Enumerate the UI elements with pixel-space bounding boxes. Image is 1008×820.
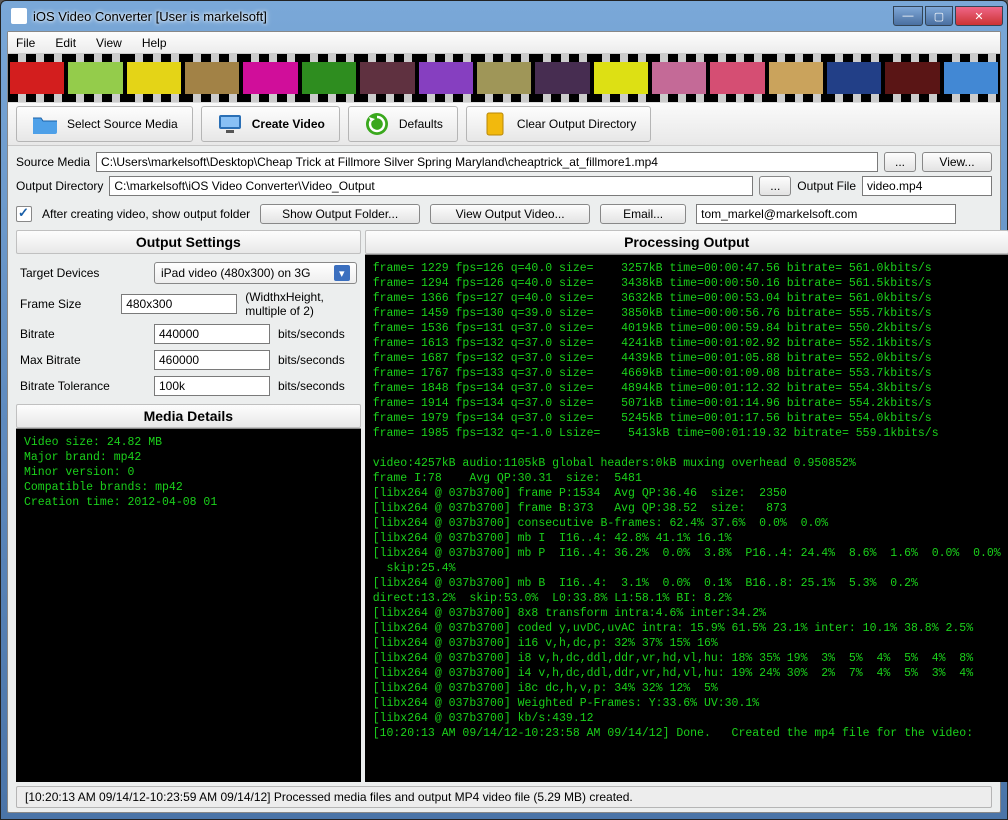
mid-panels: Output Settings Target Devices iPad vide… [8, 230, 1000, 786]
create-video-label: Create Video [252, 117, 325, 131]
max-bitrate-input[interactable] [154, 350, 270, 370]
email-button[interactable]: Email... [600, 204, 686, 224]
app-icon [11, 8, 27, 24]
main-toolbar: Select Source Media Create Video Default… [8, 102, 1000, 146]
output-settings-panel: Target Devices iPad video (480x300) on 3… [16, 256, 361, 398]
output-dir-label: Output Directory [16, 179, 103, 193]
close-button[interactable]: ✕ [955, 6, 1003, 26]
bitrate-tol-input[interactable] [154, 376, 270, 396]
app-window: iOS Video Converter [User is markelsoft]… [0, 0, 1008, 820]
folder-icon [31, 110, 59, 138]
folder-yellow-icon [481, 110, 509, 138]
minimize-button[interactable]: — [893, 6, 923, 26]
defaults-label: Defaults [399, 117, 443, 131]
target-devices-label: Target Devices [20, 266, 146, 280]
status-text: [10:20:13 AM 09/14/12-10:23:59 AM 09/14/… [25, 790, 633, 804]
source-media-input[interactable] [96, 152, 878, 172]
output-dir-browse-button[interactable]: ... [759, 176, 791, 196]
show-folder-label: After creating video, show output folder [42, 207, 250, 221]
client-area: File Edit View Help Select Source Media … [7, 31, 1001, 813]
left-column: Output Settings Target Devices iPad vide… [16, 230, 361, 782]
clear-output-button[interactable]: Clear Output Directory [466, 106, 651, 142]
frame-size-input[interactable] [121, 294, 237, 314]
media-details-panel: Media Details Video size: 24.82 MB Major… [16, 404, 361, 782]
target-devices-select[interactable]: iPad video (480x300) on 3G ▾ [154, 262, 357, 284]
select-source-button[interactable]: Select Source Media [16, 106, 193, 142]
max-bitrate-label: Max Bitrate [20, 353, 146, 367]
menu-view[interactable]: View [92, 34, 126, 52]
filmstrip-banner [8, 54, 1000, 102]
source-view-button[interactable]: View... [922, 152, 992, 172]
processing-output-console[interactable]: frame= 1229 fps=126 q=40.0 size= 3257kB … [365, 254, 1008, 782]
source-browse-button[interactable]: ... [884, 152, 916, 172]
options-row: After creating video, show output folder… [8, 200, 1000, 230]
bitrate-label: Bitrate [20, 327, 146, 341]
target-devices-value: iPad video (480x300) on 3G [161, 266, 310, 280]
menu-help[interactable]: Help [138, 34, 171, 52]
frame-size-unit: (WidthxHeight, multiple of 2) [245, 290, 357, 318]
titlebar[interactable]: iOS Video Converter [User is markelsoft]… [1, 1, 1007, 31]
menu-bar: File Edit View Help [8, 32, 1000, 54]
view-output-video-button[interactable]: View Output Video... [430, 204, 590, 224]
frame-size-label: Frame Size [20, 297, 113, 311]
create-video-button[interactable]: Create Video [201, 106, 340, 142]
output-file-label: Output File [797, 179, 856, 193]
dropdown-arrow-icon: ▾ [334, 265, 350, 281]
show-folder-checkbox[interactable] [16, 206, 32, 222]
processing-output-header: Processing Output [365, 230, 1008, 254]
max-bitrate-unit: bits/seconds [278, 353, 345, 367]
menu-file[interactable]: File [12, 34, 39, 52]
maximize-button[interactable]: ▢ [925, 6, 953, 26]
bitrate-unit: bits/seconds [278, 327, 345, 341]
path-rows: Source Media ... View... Output Director… [8, 146, 1000, 200]
bitrate-tol-label: Bitrate Tolerance [20, 379, 146, 393]
output-file-input[interactable] [862, 176, 992, 196]
right-column: Processing Output frame= 1229 fps=126 q=… [365, 230, 1008, 782]
clear-output-label: Clear Output Directory [517, 117, 636, 131]
defaults-button[interactable]: Defaults [348, 106, 458, 142]
source-media-label: Source Media [16, 155, 90, 169]
menu-edit[interactable]: Edit [51, 34, 80, 52]
email-input[interactable] [696, 204, 956, 224]
status-bar: [10:20:13 AM 09/14/12-10:23:59 AM 09/14/… [16, 786, 992, 808]
media-details-console[interactable]: Video size: 24.82 MB Major brand: mp42 M… [16, 428, 361, 782]
show-output-folder-button[interactable]: Show Output Folder... [260, 204, 420, 224]
select-source-label: Select Source Media [67, 117, 178, 131]
bitrate-input[interactable] [154, 324, 270, 344]
output-settings-header: Output Settings [16, 230, 361, 254]
media-details-header: Media Details [16, 404, 361, 428]
window-title: iOS Video Converter [User is markelsoft] [33, 9, 893, 24]
refresh-icon [363, 110, 391, 138]
monitor-icon [216, 110, 244, 138]
output-dir-input[interactable] [109, 176, 753, 196]
bitrate-tol-unit: bits/seconds [278, 379, 345, 393]
